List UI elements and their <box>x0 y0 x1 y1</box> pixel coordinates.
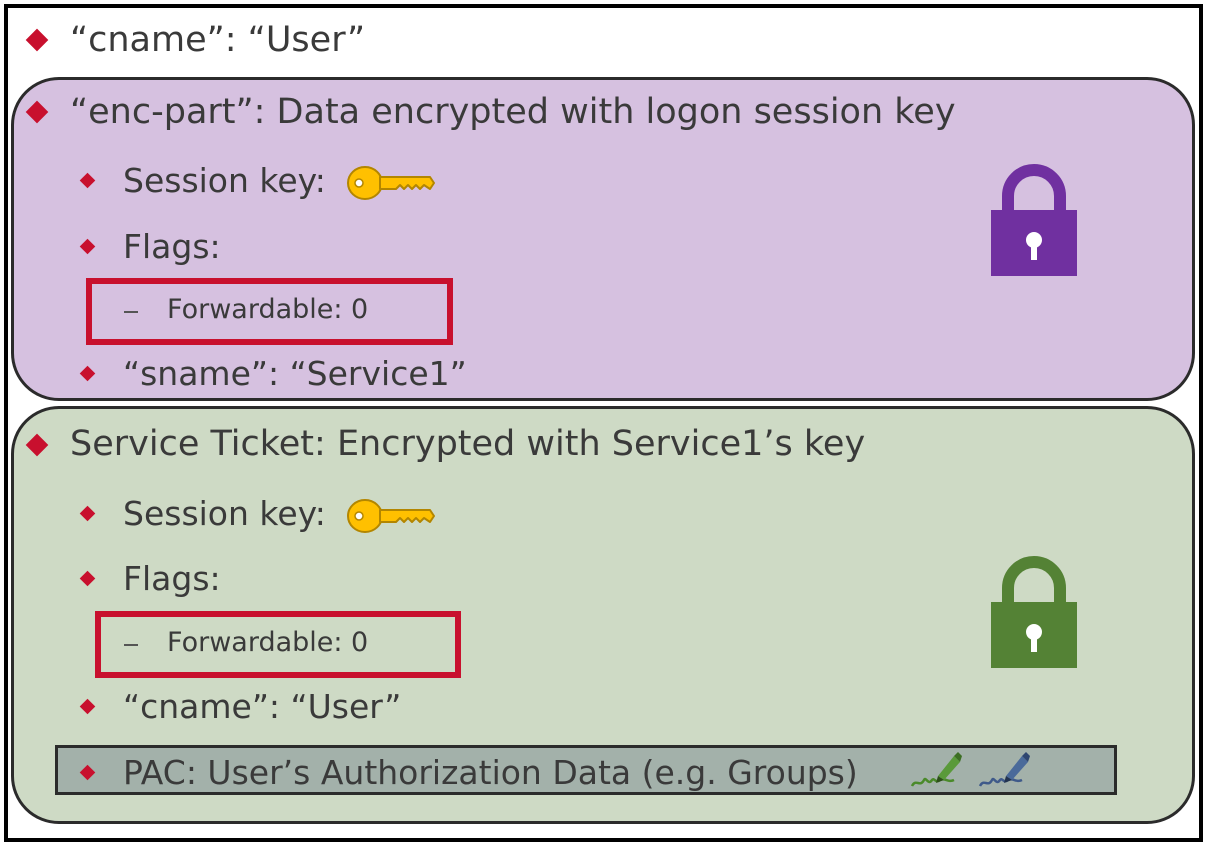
service-ticket-heading: Service Ticket: Encrypted with Service1’… <box>70 424 866 464</box>
enc-part-sname: “sname”: “Service1” <box>123 354 467 393</box>
pac-authorization-data: PAC: User’s Authorization Data (e.g. Gro… <box>123 753 858 792</box>
enc-part-forwardable-flag: Forwardable: 0 <box>167 294 369 325</box>
key-icon <box>347 166 435 200</box>
enc-part-heading: “enc-part”: Data encrypted with logon se… <box>70 92 956 132</box>
key-icon <box>347 499 435 533</box>
enc-part-session-key-label: Session key: <box>123 161 326 200</box>
service-ticket-session-key-label: Session key: <box>123 494 326 533</box>
signature-pen-icon <box>978 752 1030 787</box>
service-ticket-cname: “cname”: “User” <box>123 687 402 726</box>
sub-bullet-dash <box>124 644 138 646</box>
top-cname-item: “cname”: “User” <box>70 20 366 60</box>
enc-part-flags-label: Flags: <box>123 227 221 266</box>
signature-pen-icon <box>910 752 962 787</box>
service-ticket-forwardable-flag: Forwardable: 0 <box>167 627 369 658</box>
lock-icon <box>991 556 1077 668</box>
service-ticket-flags-label: Flags: <box>123 559 221 598</box>
lock-icon <box>991 164 1077 276</box>
sub-bullet-dash <box>124 311 138 313</box>
